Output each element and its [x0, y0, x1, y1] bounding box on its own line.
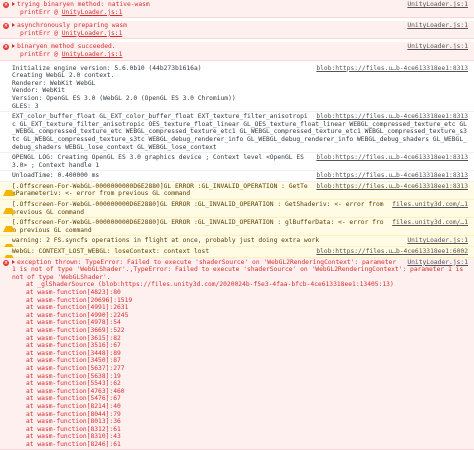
- source-link[interactable]: files.unity3d.com/…1: [392, 201, 468, 209]
- warning-icon: [3, 220, 15, 233]
- stack-frame[interactable]: at wasm-function[8013]:36: [12, 418, 468, 426]
- stack-frame[interactable]: at wasm-function[4990]:2245: [12, 312, 468, 320]
- log-line: UnloadTime: 0.400000 ms: [12, 172, 100, 180]
- stack-trace: at wasm-function[4823]:80 at wasm-functio…: [12, 289, 468, 448]
- stack-frame-link[interactable]: UnityLoader.js:1: [62, 9, 123, 16]
- source-link[interactable]: blob:https://files.u…b-4ce613318ee1:8313: [316, 113, 468, 121]
- stack-frame[interactable]: at wasm-function[4763]:460: [12, 388, 468, 396]
- stack-frame: printErr @ UnityLoader.js:1: [20, 8, 123, 16]
- stack-frame[interactable]: at wasm-function[3450]:87: [12, 357, 468, 365]
- log-line: Vendor: WebKit: [12, 87, 66, 95]
- error-message: binaryen method succeeded.: [17, 43, 116, 51]
- log-line: Creating WebGL 2.0 context.: [12, 72, 115, 80]
- source-link[interactable]: blob:https://files.u…b-4ce613318ee1:8313: [316, 183, 468, 191]
- console-error-entry[interactable]: × UnityLoader.js:1 binaryen method succe…: [0, 42, 474, 61]
- console-warning-entry[interactable]: files.unity3d.com/…1 [.Offscreen-For-Web…: [0, 218, 474, 237]
- stack-frame[interactable]: at wasm-function[20696]:1519: [12, 297, 468, 305]
- stack-frame: printErr @ UnityLoader.js:1: [20, 50, 123, 58]
- stack-frame[interactable]: at wasm-function[5476]:67: [12, 395, 468, 403]
- expand-arrow-icon[interactable]: [12, 23, 15, 28]
- stack-frame[interactable]: at wasm-function[3516]:67: [12, 342, 468, 350]
- log-line: Initialize engine version: 5.6.0b10 (44b…: [12, 64, 202, 72]
- stack-frame[interactable]: at wasm-function[8246]:61: [12, 441, 468, 449]
- stack-frame[interactable]: at wasm-function[3669]:522: [12, 327, 468, 335]
- log-line: GLES: 3: [12, 102, 39, 110]
- console-warning-entry[interactable]: files.unity3d.com/…1 [.Offscreen-For-Web…: [0, 200, 474, 219]
- stack-frame[interactable]: at wasm-function[8310]:43: [12, 433, 468, 441]
- source-link[interactable]: blob:https://files.u…b-4ce613318ee1:6002: [316, 248, 468, 256]
- error-message: trying binaryen method: native-wasm: [17, 1, 150, 8]
- warning-message: WebGL: CONTEXT_LOST_WEBGL: loseContext: …: [12, 248, 210, 256]
- source-link[interactable]: blob:https://files.u…b-4ce613318ee1:8313: [316, 65, 468, 73]
- console-error-entry[interactable]: × UnityLoader.js:1 asynchronously prepar…: [0, 21, 474, 40]
- source-link[interactable]: UnityLoader.js:1: [407, 43, 468, 51]
- log-line: Renderer: WebKit WebGL: [12, 79, 96, 87]
- stack-frame[interactable]: at wasm-function[5638]:19: [12, 373, 468, 381]
- console-warning-entry[interactable]: blob:https://files.u…b-4ce613318ee1:8313…: [0, 181, 474, 201]
- console-exception-entry[interactable]: × UnityLoader.js:1 exception thrown: Typ…: [0, 257, 474, 450]
- stack-frame[interactable]: at wasm-function[4991]:2631: [12, 304, 468, 312]
- stack-frame[interactable]: at wasm-function[5637]:277: [12, 365, 468, 373]
- log-line: Version: OpenGL ES 3.0 (WebGL 2.0 (OpenG…: [12, 94, 236, 102]
- stack-frame-link[interactable]: UnityLoader.js:1: [62, 30, 123, 37]
- stack-frame[interactable]: at wasm-function[4823]:80: [12, 289, 468, 297]
- stack-frame[interactable]: at wasm-function[8312]:61: [12, 426, 468, 434]
- error-icon: ×: [3, 44, 9, 51]
- stack-frame: printErr @ UnityLoader.js:1: [20, 29, 123, 37]
- source-link[interactable]: blob:https://files.u…b-4ce613318ee1:8313: [316, 154, 468, 162]
- expand-arrow-icon[interactable]: [12, 259, 15, 264]
- error-icon: ×: [3, 23, 9, 30]
- warning-icon: [3, 202, 15, 215]
- warning-message: warning: 2 FS.syncfs operations in fligh…: [12, 237, 320, 245]
- console-warning-entry[interactable]: blob:https://files.u…b-4ce613318ee1:6002…: [0, 247, 474, 262]
- console-log-entry: blob:https://files.u…b-4ce613318ee1:8313…: [0, 153, 474, 172]
- console-log-entry: blob:https://files.u…b-4ce613318ee1:8313…: [0, 64, 474, 113]
- console-warning-entry[interactable]: UnityLoader.js:1 warning: 2 FS.syncfs op…: [0, 236, 474, 251]
- error-icon: ×: [3, 2, 9, 8]
- console-error-entry[interactable]: × UnityLoader.js:1 trying binaryen metho…: [0, 0, 474, 19]
- console-panel: × UnityLoader.js:1 trying binaryen metho…: [0, 0, 474, 450]
- stack-frame-link[interactable]: UnityLoader.js:1: [62, 51, 123, 58]
- expand-arrow-icon[interactable]: [12, 44, 15, 49]
- exception-message: exception thrown: TypeError: Failed to e…: [12, 258, 464, 281]
- source-link[interactable]: UnityLoader.js:1: [407, 259, 468, 267]
- source-link[interactable]: files.unity3d.com/…1: [392, 219, 468, 227]
- error-message: asynchronously preparing wasm: [17, 22, 127, 30]
- expand-arrow-icon[interactable]: [12, 2, 15, 6]
- source-link[interactable]: UnityLoader.js:1: [407, 22, 468, 30]
- stack-frame[interactable]: at wasm-function[4978]:54: [12, 319, 468, 327]
- stack-frame[interactable]: at wasm-function[3615]:82: [12, 335, 468, 343]
- stack-frame[interactable]: at wasm-function[8044]:79: [12, 411, 468, 419]
- error-icon: ×: [3, 259, 9, 266]
- console-log-entry: blob:https://files.u…b-4ce613318ee1:8313…: [0, 171, 474, 182]
- console-log-entry: blob:https://files.u…b-4ce613318ee1:8313…: [0, 112, 474, 154]
- stack-frame[interactable]: at wasm-function[8214]:40: [12, 403, 468, 411]
- source-link[interactable]: blob:https://files.u…b-4ce613318ee1:8313: [316, 172, 468, 180]
- stack-frame[interactable]: at wasm-function[3448]:89: [12, 350, 468, 358]
- warning-icon: [3, 184, 15, 196]
- source-link[interactable]: UnityLoader.js:1: [407, 1, 468, 9]
- stack-frame[interactable]: at _glShaderSource (blob:https://files.u…: [12, 281, 468, 289]
- source-link[interactable]: UnityLoader.js:1: [407, 237, 468, 245]
- stack-frame[interactable]: at wasm-function[5543]:62: [12, 380, 468, 388]
